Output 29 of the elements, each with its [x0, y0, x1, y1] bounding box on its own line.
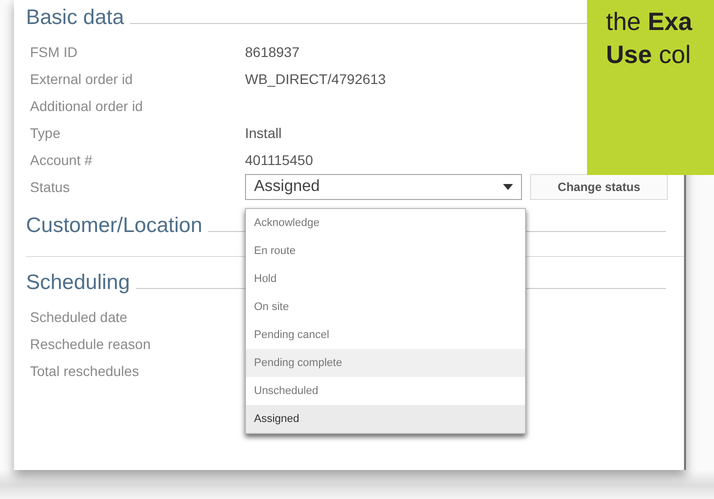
- dropdown-option[interactable]: Acknowledge: [246, 208, 525, 236]
- field-label: Additional order id: [29, 98, 144, 114]
- field-label: Type: [29, 124, 62, 140]
- dropdown-option[interactable]: Pending cancel: [246, 320, 525, 348]
- section-heading: Scheduling: [26, 271, 130, 295]
- section-heading: Basic data: [26, 6, 124, 30]
- dropdown-option[interactable]: Hold: [246, 264, 525, 292]
- section-heading: Customer/Location: [26, 214, 202, 238]
- status-select[interactable]: Assigned: [245, 174, 522, 200]
- dropdown-option[interactable]: Unscheduled: [246, 376, 525, 404]
- caret-icon: [503, 184, 513, 190]
- change-status-button[interactable]: Change status: [530, 174, 668, 200]
- field-value: Install: [245, 124, 282, 140]
- field-label: Scheduled date: [29, 308, 128, 324]
- field-value: 401115450: [245, 152, 313, 168]
- field-label: Reschedule reason: [29, 336, 152, 352]
- dropdown-option[interactable]: On site: [246, 292, 525, 320]
- field-value: 8618937: [245, 44, 300, 60]
- field-label: Account #: [29, 152, 94, 168]
- callout-text: the Exa: [606, 7, 694, 38]
- field-label: External order id: [29, 70, 134, 86]
- field-label: FSM ID: [29, 44, 78, 60]
- dropdown-option[interactable]: En route: [246, 236, 525, 264]
- field-value: WB_DIRECT/4792613: [245, 70, 386, 86]
- dropdown-option[interactable]: Assigned: [246, 404, 525, 432]
- field-label: Status: [29, 178, 71, 194]
- field-label: Total reschedules: [29, 362, 140, 378]
- callout-text: Use col: [606, 40, 692, 71]
- dropdown-option[interactable]: Pending complete: [246, 348, 525, 376]
